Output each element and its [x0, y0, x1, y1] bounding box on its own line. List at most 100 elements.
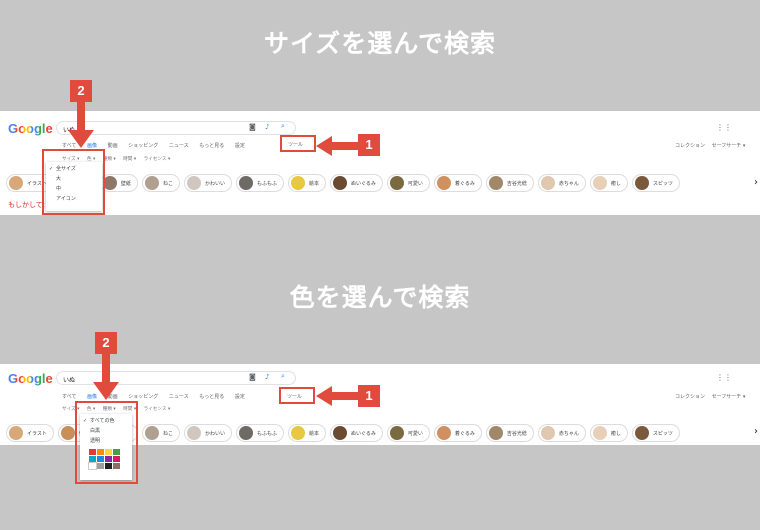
related-chip[interactable]: スピッツ — [631, 174, 680, 192]
related-chip[interactable]: 癒し — [589, 174, 628, 192]
tab-shopping[interactable]: ショッピング — [128, 394, 158, 400]
related-chip[interactable]: ぬいぐるみ — [330, 424, 383, 442]
filter-license[interactable]: ライセンス ▾ — [144, 407, 171, 412]
related-chip[interactable]: 可愛い — [386, 174, 430, 192]
highlight-box-2 — [75, 401, 138, 484]
tab-more[interactable]: もっと見る — [199, 143, 224, 149]
chip-thumbnail — [488, 426, 503, 440]
related-chip[interactable]: ねこ — [141, 424, 180, 442]
step-badge-1: 1 — [358, 134, 380, 156]
related-chip[interactable]: 着ぐるみ — [433, 174, 482, 192]
chip-thumbnail — [238, 426, 253, 440]
related-chip[interactable]: スピッツ — [631, 424, 680, 442]
related-chip[interactable]: イラスト — [6, 424, 54, 442]
search-query: いぬ — [63, 377, 76, 384]
filter-time[interactable]: 時間 ▾ — [123, 157, 136, 162]
camera-icon[interactable]: ◙ — [249, 123, 256, 131]
search-icon[interactable]: ⌕ — [281, 372, 285, 381]
chip-thumbnail — [540, 176, 555, 190]
chip-thumbnail — [333, 426, 347, 440]
mic-icon[interactable]: ♪ — [265, 373, 269, 381]
related-chip[interactable]: 吉谷光稔 — [485, 174, 534, 192]
chevron-right-icon[interactable]: › — [754, 177, 758, 188]
chip-label: ねこ — [162, 430, 173, 437]
mic-icon[interactable]: ♪ — [265, 123, 269, 131]
filter-license[interactable]: ライセンス ▾ — [144, 157, 171, 162]
related-chip[interactable]: ねこ — [141, 174, 180, 192]
chip-thumbnail — [634, 176, 649, 190]
step-badge-1: 1 — [358, 385, 380, 407]
camera-icon[interactable]: ◙ — [249, 373, 256, 381]
arrow-down-icon — [93, 354, 119, 400]
collections-link[interactable]: コレクション — [675, 143, 705, 149]
did-you-mean-label: もしかして: — [8, 201, 46, 209]
tab-settings[interactable]: 設定 — [235, 143, 245, 149]
tab-videos[interactable]: 動画 — [108, 143, 118, 149]
chip-label: スピッツ — [652, 430, 673, 437]
step-badge-2: 2 — [70, 80, 92, 102]
related-chip[interactable]: もふもふ — [235, 424, 284, 442]
tab-all[interactable]: すべて — [62, 394, 76, 400]
arrow-down-icon — [68, 102, 94, 148]
chip-thumbnail — [144, 176, 159, 190]
highlight-box-2 — [42, 149, 105, 215]
tab-more[interactable]: もっと見る — [199, 394, 224, 400]
safesearch-link[interactable]: セーフサーチ ▾ — [712, 143, 746, 149]
tools-button[interactable]: ツール — [280, 135, 316, 152]
related-chip[interactable]: 着ぐるみ — [433, 424, 482, 442]
google-logo[interactable]: Google — [8, 121, 53, 136]
apps-grid-icon[interactable]: ⋮⋮ — [716, 123, 732, 132]
nav-tabs: すべて 画像 動画 ショッピング ニュース もっと見る 設定 — [62, 393, 254, 400]
chip-label: スピッツ — [652, 180, 673, 187]
chip-label: 着ぐるみ — [454, 430, 475, 437]
chip-label: ぬいぐるみ — [351, 430, 376, 437]
safesearch-link[interactable]: セーフサーチ ▾ — [712, 394, 746, 400]
chip-thumbnail — [238, 176, 253, 190]
tools-label: ツール — [288, 142, 304, 148]
google-logo[interactable]: Google — [8, 371, 53, 386]
chip-thumbnail — [60, 426, 75, 440]
related-chip[interactable]: 赤ちゃん — [537, 424, 586, 442]
section-heading-color: 色を選んで検索 — [289, 283, 471, 312]
search-icon[interactable]: ⌕ — [281, 122, 285, 131]
chip-label: 吉谷光稔 — [506, 180, 527, 187]
related-chip[interactable]: 絵本 — [287, 174, 326, 192]
tools-button[interactable]: ツール — [279, 387, 315, 404]
related-chip[interactable]: かわいい — [183, 424, 232, 442]
logo-text: Google — [8, 371, 53, 386]
related-chip[interactable]: 癒し — [589, 424, 628, 442]
chevron-right-icon[interactable]: › — [754, 426, 758, 437]
related-chip[interactable]: 吉谷光稔 — [485, 424, 534, 442]
chip-thumbnail — [144, 426, 159, 440]
related-chip[interactable]: ぬいぐるみ — [330, 174, 383, 192]
related-chip[interactable]: 可愛い — [386, 424, 430, 442]
tab-settings[interactable]: 設定 — [235, 394, 245, 400]
chip-label: かわいい — [204, 430, 225, 437]
chip-label: 可愛い — [407, 430, 423, 437]
tab-news[interactable]: ニュース — [169, 394, 189, 400]
collections-link[interactable]: コレクション — [675, 394, 705, 400]
chip-thumbnail — [9, 426, 23, 440]
related-chip[interactable]: 赤ちゃん — [537, 174, 586, 192]
related-chip[interactable]: もふもふ — [235, 174, 284, 192]
chip-label: 絵本 — [308, 180, 319, 187]
chip-thumbnail — [290, 426, 305, 440]
chip-thumbnail — [186, 176, 201, 190]
related-chip[interactable]: かわいい — [183, 174, 232, 192]
chip-label: 癒し — [610, 180, 621, 187]
chip-thumbnail — [389, 426, 404, 440]
search-input[interactable]: いぬ — [56, 371, 296, 385]
related-chip[interactable]: 壁紙 — [99, 174, 138, 192]
tab-news[interactable]: ニュース — [169, 143, 189, 149]
chip-thumbnail — [592, 176, 607, 190]
apps-grid-icon[interactable]: ⋮⋮ — [716, 373, 732, 382]
chip-label: 壁紙 — [120, 180, 131, 187]
section-heading-size: サイズを選んで検索 — [263, 29, 496, 58]
related-chip[interactable]: 絵本 — [287, 424, 326, 442]
chip-thumbnail — [102, 176, 117, 190]
chip-thumbnail — [488, 176, 503, 190]
chip-label: イラスト — [27, 430, 47, 437]
chip-thumbnail — [389, 176, 404, 190]
tab-shopping[interactable]: ショッピング — [128, 143, 158, 149]
step-badge-2: 2 — [95, 332, 117, 354]
